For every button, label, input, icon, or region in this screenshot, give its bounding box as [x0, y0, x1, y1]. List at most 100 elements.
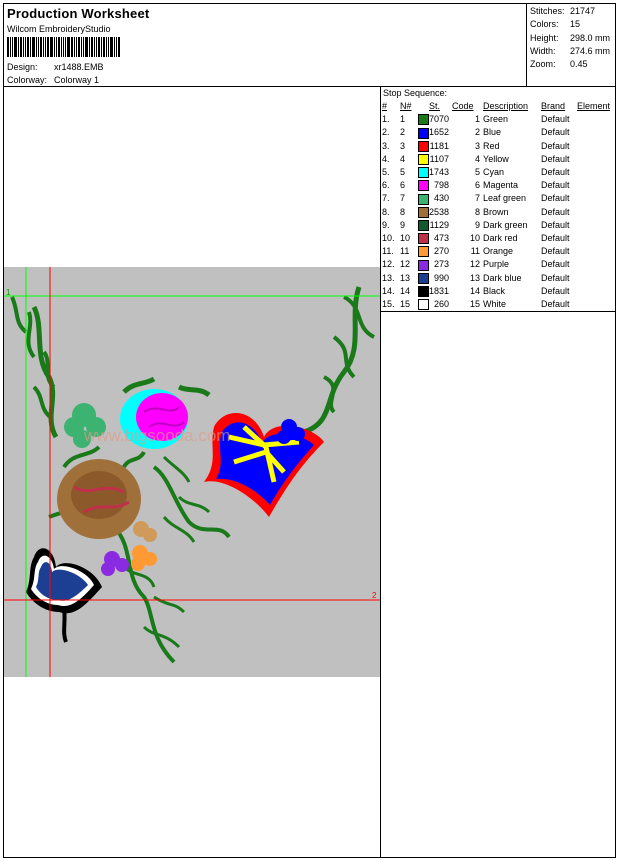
element — [577, 113, 610, 126]
color-description: Purple — [483, 259, 510, 270]
color-swatch — [417, 153, 429, 166]
swatch-icon — [418, 272, 429, 284]
barcode — [7, 37, 131, 57]
thread-brand: Default — [541, 206, 570, 217]
orange-flower — [131, 545, 157, 571]
color-swatch — [417, 285, 429, 298]
swatch-icon — [418, 299, 429, 311]
barcode-bar — [118, 37, 120, 57]
element — [577, 140, 610, 153]
swatch-icon — [418, 140, 429, 152]
thread-brand: Default — [541, 127, 570, 138]
stitch-count: 270 — [434, 246, 450, 257]
marker-2: 2 — [372, 591, 377, 600]
stitch-count: 1107 — [429, 153, 450, 164]
stitch-count: 473 — [434, 233, 450, 244]
barcode-bar — [96, 37, 97, 57]
blue-butterfly — [26, 548, 102, 643]
stop-sequence-table: # N# St. Code Description Brand Element … — [381, 100, 610, 311]
color-swatch — [417, 126, 429, 139]
barcode-bar — [38, 37, 39, 57]
swatch-icon — [418, 206, 429, 218]
col-header: # — [382, 101, 388, 111]
needle-number: 14 — [400, 285, 411, 296]
stat-value: 0.45 — [570, 59, 588, 70]
brown-rose — [57, 445, 146, 539]
barcode-bar — [74, 37, 75, 57]
color-description: Orange — [483, 246, 514, 257]
row-number: 5. — [382, 167, 390, 178]
stat-colors: Colors: 15 — [530, 18, 610, 31]
barcode-bar — [20, 37, 22, 57]
needle-number: 6 — [400, 180, 406, 191]
table-row: 8. 8 2538 8 Brown Default — [381, 206, 610, 219]
header-divider — [3, 86, 616, 87]
thread-brand: Default — [541, 193, 570, 204]
color-code: 9 — [475, 219, 481, 230]
stat-label: Height: — [530, 32, 559, 43]
color-swatch — [417, 232, 429, 245]
element — [577, 285, 610, 298]
barcode-bar — [27, 37, 29, 57]
element — [577, 272, 610, 285]
row-number: 9. — [382, 219, 390, 230]
barcode-bar — [12, 37, 13, 57]
barcode-bar — [56, 37, 57, 57]
color-code: 1 — [475, 114, 481, 125]
barcode-bar — [43, 37, 44, 57]
row-number: 4. — [382, 153, 390, 164]
thread-brand: Default — [541, 285, 570, 296]
color-description: Dark red — [483, 233, 518, 244]
barcode-bar — [71, 37, 73, 57]
marker-1: 1 — [6, 288, 11, 297]
swatch-icon — [418, 153, 429, 165]
purple-flower — [101, 551, 129, 576]
barcode-bar — [108, 37, 109, 57]
element — [577, 206, 610, 219]
stitch-count: 1831 — [429, 285, 450, 296]
thread-brand: Default — [541, 114, 570, 125]
barcode-bar — [40, 37, 42, 57]
barcode-bar — [32, 37, 35, 57]
row-number: 13. — [382, 272, 395, 283]
color-description: Black — [483, 285, 506, 296]
row-number: 6. — [382, 180, 390, 191]
vine-leaves-right — [322, 295, 376, 414]
color-code: 13 — [470, 272, 481, 283]
table-row: 10. 10 473 10 Dark red Default — [381, 232, 610, 245]
design-stats: Stitches: 21747 Colors: 15 Height: 298.0 mm… — [530, 5, 610, 71]
element — [577, 219, 610, 232]
barcode-bar — [103, 37, 105, 57]
color-code: 5 — [475, 167, 481, 178]
barcode-bar — [94, 37, 95, 57]
color-code: 2 — [475, 127, 481, 138]
element — [577, 153, 610, 166]
embroidery-preview: www.bigsooda.com 1 2 — [4, 267, 380, 677]
barcode-bar — [67, 37, 70, 57]
stitch-count: 798 — [434, 180, 450, 191]
barcode-bar — [98, 37, 100, 57]
element — [577, 232, 610, 245]
needle-number: 1 — [400, 114, 406, 125]
stitch-count: 1743 — [429, 167, 450, 178]
table-row: 9. 9 1129 9 Dark green Default — [381, 219, 610, 232]
stitch-count: 430 — [434, 193, 450, 204]
element — [577, 179, 610, 192]
color-swatch — [417, 140, 429, 153]
page-title: Production Worksheet — [7, 6, 150, 21]
row-number: 8. — [382, 206, 390, 217]
barcode-bar — [23, 37, 24, 57]
needle-number: 4 — [400, 153, 406, 164]
color-description: Blue — [483, 127, 502, 138]
element — [577, 126, 610, 139]
swatch-icon — [418, 246, 429, 258]
barcode-bar — [50, 37, 53, 57]
row-number: 11. — [382, 246, 394, 257]
col-header-swatch — [417, 100, 429, 113]
col-header: Element — [577, 101, 611, 111]
needle-number: 13 — [400, 272, 411, 283]
stat-width: Width: 274.6 mm — [530, 45, 610, 58]
color-description: Dark green — [483, 219, 528, 230]
table-row: 14. 14 1831 14 Black Default — [381, 285, 610, 298]
stat-value: 274.6 mm — [570, 45, 611, 56]
